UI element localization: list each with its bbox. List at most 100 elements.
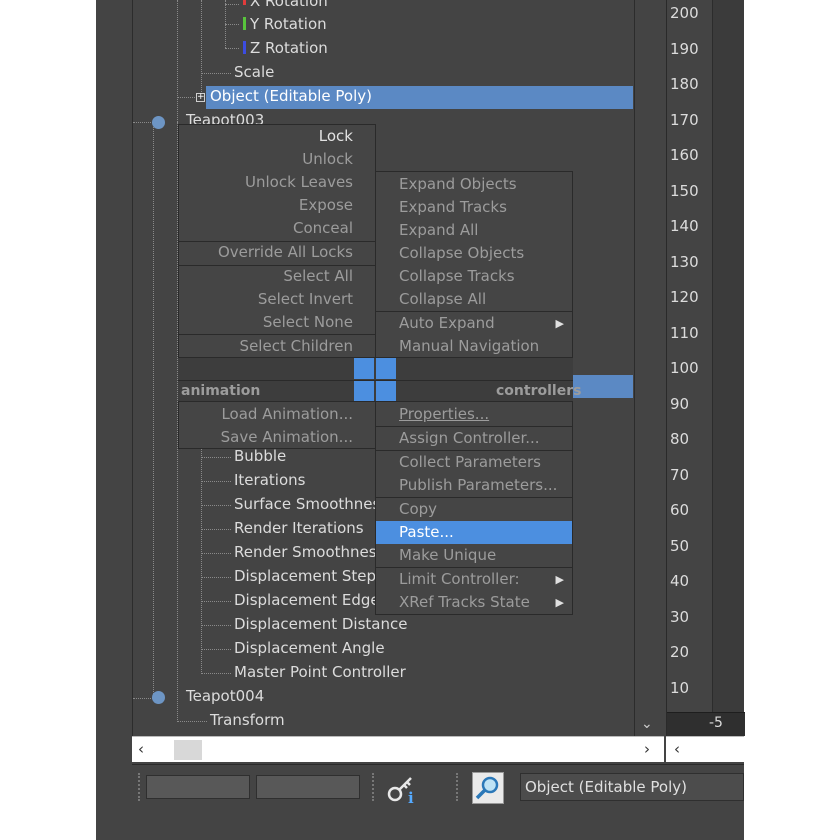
tree-guide	[201, 553, 231, 554]
menu-item-auto-expand[interactable]: Auto Expand ▶	[376, 312, 572, 335]
y-rotation-color-tick	[243, 17, 246, 30]
menu-item-assign-controller[interactable]: Assign Controller...	[376, 427, 572, 450]
menu-item-override-all-locks[interactable]: Override All Locks	[179, 241, 375, 264]
menu-item-make-unique[interactable]: Make Unique	[376, 544, 572, 567]
tree-guide	[201, 529, 231, 530]
ruler-label: 60	[670, 501, 690, 519]
quad-menu-right-bottom: Properties... Assign Controller... Colle…	[375, 401, 573, 615]
ruler-label: 120	[670, 288, 699, 306]
toolbar-separator	[456, 773, 458, 801]
x-rotation-color-tick	[243, 0, 246, 5]
ruler-label: 80	[670, 430, 690, 448]
quad-selector-bottom-right[interactable]	[376, 381, 396, 402]
ruler-label: 190	[670, 40, 699, 58]
tree-row-selected-highlight	[573, 375, 633, 398]
menu-item-collapse-tracks[interactable]: Collapse Tracks	[376, 265, 572, 288]
value-ruler: 200 190 180 170 160 150 140 130 120 110 …	[667, 0, 713, 712]
status-bar: i Object (Editable Poly)	[132, 764, 744, 808]
menu-item-unlock-leaves[interactable]: Unlock Leaves	[179, 171, 375, 194]
toolbar-separator	[138, 773, 140, 801]
ruler-label: 130	[670, 253, 699, 271]
ruler-label: 160	[670, 146, 699, 164]
z-rotation-color-tick	[243, 41, 246, 54]
ruler-label: 10	[670, 679, 690, 697]
menu-item-lock[interactable]: Lock	[179, 125, 375, 148]
tree-horizontal-scrollbar[interactable]: ‹ ›	[132, 736, 664, 762]
ruler-label: 70	[670, 466, 690, 484]
zoom-magnifier-icon[interactable]	[472, 772, 504, 804]
quad-title-animation: animation	[181, 383, 261, 399]
tree-guide	[201, 481, 231, 482]
menu-item-paste[interactable]: Paste...	[376, 521, 572, 544]
quad-selector-top-right[interactable]	[376, 358, 396, 379]
status-field-1[interactable]	[146, 775, 250, 799]
menu-item-conceal[interactable]: Conceal	[179, 217, 375, 240]
tree-guide	[177, 0, 178, 122]
menu-item-expand-all[interactable]: Expand All	[376, 219, 572, 242]
menu-item-publish-parameters[interactable]: Publish Parameters...	[376, 474, 572, 497]
svg-text:i: i	[408, 789, 414, 805]
menu-item-label: Limit Controller:	[399, 570, 520, 588]
chevron-down-icon[interactable]: ⌄	[641, 716, 653, 732]
menu-item-save-animation[interactable]: Save Animation...	[179, 426, 375, 449]
tree-guide	[201, 577, 231, 578]
menu-item-select-invert[interactable]: Select Invert	[179, 288, 375, 311]
menu-item-collect-parameters[interactable]: Collect Parameters	[376, 451, 572, 474]
menu-item-select-none[interactable]: Select None	[179, 311, 375, 334]
ruler-label: 100	[670, 359, 699, 377]
tree-guide	[225, 24, 239, 25]
tree-vertical-scrollbar[interactable]: ⌄	[635, 0, 662, 736]
ruler-label: 110	[670, 324, 699, 342]
menu-item-limit-controller[interactable]: Limit Controller: ▶	[376, 568, 572, 591]
quad-menu-left-bottom: Load Animation... Save Animation...	[178, 401, 376, 449]
ruler-label: 170	[670, 111, 699, 129]
chevron-right-icon[interactable]: ›	[644, 740, 650, 758]
tree-guide	[201, 625, 231, 626]
menu-item-expand-tracks[interactable]: Expand Tracks	[376, 196, 572, 219]
menu-item-collapse-objects[interactable]: Collapse Objects	[376, 242, 572, 265]
tree-guide	[177, 721, 207, 722]
curve-editor-panel[interactable]: 200 190 180 170 160 150 140 130 120 110 …	[666, 0, 745, 736]
node-dot-icon	[152, 116, 165, 129]
menu-item-select-children[interactable]: Select Children	[179, 335, 375, 358]
menu-item-properties[interactable]: Properties...	[376, 403, 572, 426]
menu-item-select-all[interactable]: Select All	[179, 265, 375, 288]
tree-guide	[201, 673, 231, 674]
tree-guide	[153, 122, 154, 698]
time-ruler-label: -5	[709, 715, 723, 731]
triangle-right-icon: ▶	[555, 317, 564, 330]
tree-guide	[225, 48, 239, 49]
triangle-right-icon: ▶	[555, 596, 564, 609]
menu-item-collapse-all[interactable]: Collapse All	[376, 288, 572, 311]
expand-plus-icon[interactable]: +	[196, 93, 205, 102]
quad-menu-left-top: Lock Unlock Unlock Leaves Expose Conceal…	[178, 124, 376, 358]
ruler-label: 150	[670, 182, 699, 200]
tree-guide	[201, 601, 231, 602]
chevron-left-icon[interactable]: ‹	[674, 740, 680, 758]
menu-item-copy[interactable]: Copy	[376, 498, 572, 521]
status-field-2[interactable]	[256, 775, 360, 799]
menu-item-xref-tracks-state[interactable]: XRef Tracks State ▶	[376, 591, 572, 614]
quad-selector-top-left[interactable]	[354, 358, 374, 379]
tree-guide	[201, 457, 231, 458]
ruler-label: 180	[670, 75, 699, 93]
menu-item-manual-navigation[interactable]: Manual Navigation	[376, 335, 572, 358]
menu-item-unlock[interactable]: Unlock	[179, 148, 375, 171]
toolbar-separator	[372, 773, 374, 801]
selected-object-name-field[interactable]: Object (Editable Poly)	[520, 773, 744, 801]
chevron-left-icon[interactable]: ‹	[138, 740, 144, 758]
ruler-label: 20	[670, 643, 690, 661]
curve-horizontal-scrollbar[interactable]: ‹	[666, 736, 744, 762]
menu-item-load-animation[interactable]: Load Animation...	[179, 403, 375, 426]
key-info-icon[interactable]: i	[384, 771, 418, 807]
scrollbar-thumb[interactable]	[174, 740, 202, 760]
ruler-label: 140	[670, 217, 699, 235]
quad-selector-bottom-left[interactable]	[354, 381, 374, 402]
ruler-label: 90	[670, 395, 690, 413]
menu-item-expose[interactable]: Expose	[179, 194, 375, 217]
triangle-right-icon: ▶	[555, 573, 564, 586]
node-dot-icon	[152, 691, 165, 704]
tree-guide	[201, 649, 231, 650]
tree-guide	[177, 97, 197, 98]
menu-item-expand-objects[interactable]: Expand Objects	[376, 173, 572, 196]
